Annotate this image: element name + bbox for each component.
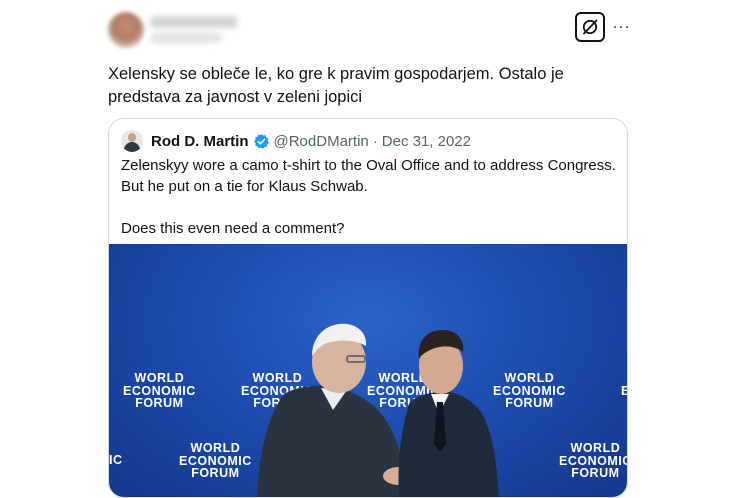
quoted-post[interactable]: Rod D. Martin @RodDMartin · Dec 31, 2022… [108,118,628,498]
quoted-post-photo[interactable]: WORLD ECONOMIC FORUM WORLD ECONOMIC FORUM WO… [109,244,627,497]
separator-dot: · [372,132,378,150]
quoted-author-handle[interactable]: @RodDMartin [274,133,369,150]
quoted-post-text: Zelenskyy wore a camo t-shirt to the Ova… [121,155,617,239]
quoted-post-text-line: Zelenskyy wore a camo t-shirt to the Ova… [121,157,616,195]
quoted-author-name[interactable]: Rod D. Martin [151,133,249,150]
more-options-button[interactable]: ··· [610,15,632,37]
grok-button[interactable] [575,12,605,42]
quoted-author-avatar[interactable] [121,130,143,152]
author-avatar[interactable] [108,12,144,48]
author-name-blurred[interactable] [150,16,238,28]
verified-badge-icon[interactable] [253,133,270,150]
grok-icon [582,19,598,35]
quoted-post-text-line: Does this even need a comment? [121,220,345,237]
post-text: Xelensky se obleče le, ko gre k pravim g… [108,65,564,106]
author-handle-blurred[interactable] [150,33,222,43]
quoted-post-header: Rod D. Martin @RodDMartin · Dec 31, 2022 [121,130,471,152]
person-right-suit [398,391,499,497]
more-horizontal-icon: ··· [612,15,630,36]
quoted-post-date[interactable]: Dec 31, 2022 [382,133,471,150]
photo-people [257,323,499,497]
